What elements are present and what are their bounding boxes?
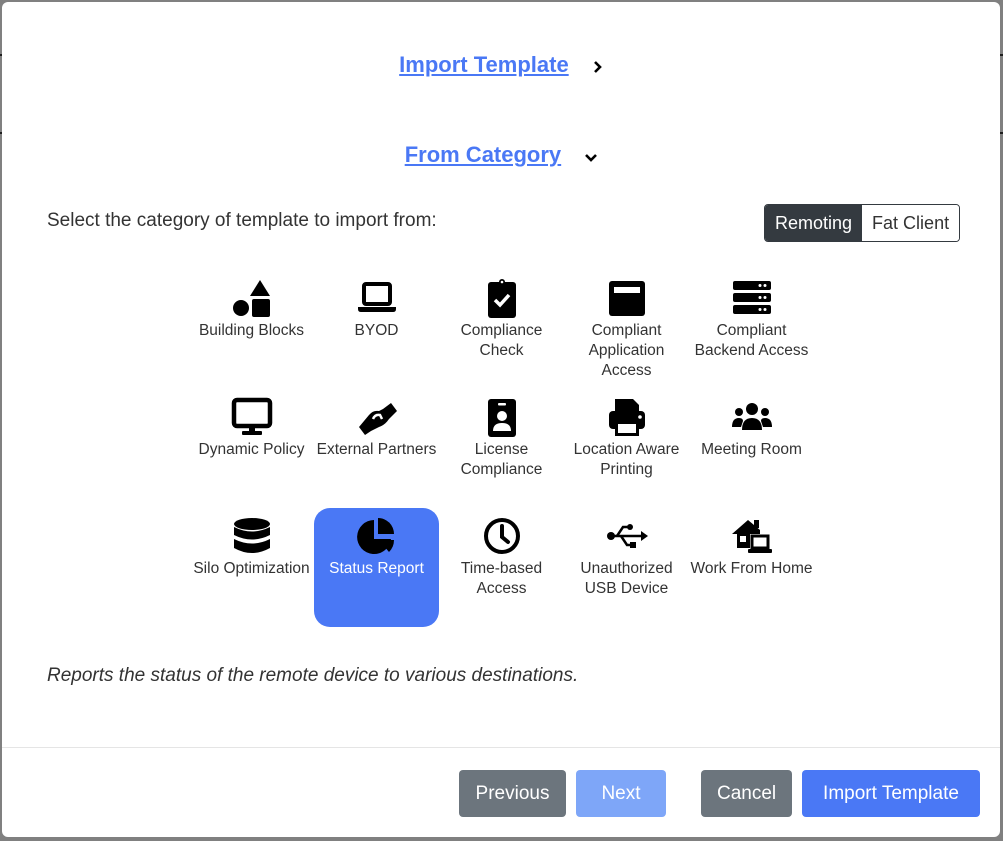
category-time-based-access[interactable]: Time-based Access	[439, 508, 564, 627]
category-license-compliance[interactable]: License Compliance	[439, 389, 564, 508]
category-label: Location Aware Printing	[573, 441, 680, 478]
category-silo-optimization[interactable]: Silo Optimization	[189, 508, 314, 627]
category-description: Reports the status of the remote device …	[47, 665, 579, 686]
toggle-remoting[interactable]: Remoting	[765, 205, 863, 241]
next-button[interactable]: Next	[576, 770, 666, 817]
category-label: Compliant Application Access	[588, 322, 665, 379]
desktop-icon	[231, 397, 272, 435]
category-work-from-home[interactable]: Work From Home	[689, 508, 814, 627]
usb-icon	[606, 524, 648, 548]
handshake-icon	[358, 403, 397, 435]
category-building-blocks[interactable]: Building Blocks	[189, 270, 314, 389]
category-grid: Building Blocks BYOD Compliance Check Co…	[189, 270, 829, 627]
id-badge-icon	[487, 399, 516, 437]
category-compliance-check[interactable]: Compliance Check	[439, 270, 564, 389]
import-template-link[interactable]: Import Template	[399, 52, 569, 77]
category-label: Status Report	[329, 560, 424, 577]
chevron-right-icon[interactable]	[593, 53, 603, 79]
category-label: Building Blocks	[198, 322, 305, 339]
category-label: Meeting Room	[701, 441, 802, 458]
category-compliant-backend-access[interactable]: Compliant Backend Access	[689, 270, 814, 389]
import-template-button[interactable]: Import Template	[802, 770, 980, 817]
category-prompt: Select the category of template to impor…	[47, 210, 437, 231]
category-dynamic-policy[interactable]: Dynamic Policy	[189, 389, 314, 508]
from-category-link[interactable]: From Category	[405, 142, 561, 167]
shapes-icon	[232, 280, 270, 317]
category-unauthorized-usb-device[interactable]: Unauthorized USB Device	[564, 508, 689, 627]
category-meeting-room[interactable]: Meeting Room	[689, 389, 814, 508]
category-label: License Compliance	[460, 441, 543, 478]
server-icon	[732, 281, 771, 314]
cancel-button[interactable]: Cancel	[701, 770, 792, 817]
house-laptop-icon	[731, 520, 772, 553]
category-label: Compliance Check	[460, 322, 543, 359]
category-label: Work From Home	[690, 560, 813, 577]
chevron-down-icon[interactable]	[585, 143, 598, 169]
category-label: Time-based Access	[460, 560, 543, 597]
clipboard-check-icon	[487, 279, 516, 318]
category-label: Dynamic Policy	[198, 441, 305, 458]
category-label: Compliant Backend Access	[694, 322, 809, 359]
category-external-partners[interactable]: External Partners	[314, 389, 439, 508]
laptop-icon	[357, 282, 396, 312]
category-compliant-application-access[interactable]: Compliant Application Access	[564, 270, 689, 389]
wizard-step-from-category: From Category	[2, 142, 1000, 169]
category-label: Unauthorized USB Device	[580, 560, 673, 597]
toggle-fat-client[interactable]: Fat Client	[862, 205, 960, 241]
footer-divider	[2, 747, 1000, 748]
window-icon	[608, 281, 645, 316]
category-status-report[interactable]: Status Report	[314, 508, 439, 627]
database-icon	[233, 518, 270, 553]
import-template-modal: Import Template From Category Select the…	[2, 2, 1000, 837]
category-label: Silo Optimization	[193, 560, 310, 577]
category-byod[interactable]: BYOD	[314, 270, 439, 389]
printer-icon	[608, 399, 645, 436]
previous-button[interactable]: Previous	[459, 770, 566, 817]
category-label: BYOD	[354, 322, 399, 339]
category-location-aware-printing[interactable]: Location Aware Printing	[564, 389, 689, 508]
wizard-step-import-template: Import Template	[2, 52, 1000, 79]
users-icon	[731, 403, 772, 430]
mode-toggle: Remoting Fat Client	[764, 204, 961, 242]
category-label: External Partners	[316, 441, 437, 458]
pie-chart-icon	[356, 518, 394, 554]
clock-icon	[483, 518, 520, 554]
